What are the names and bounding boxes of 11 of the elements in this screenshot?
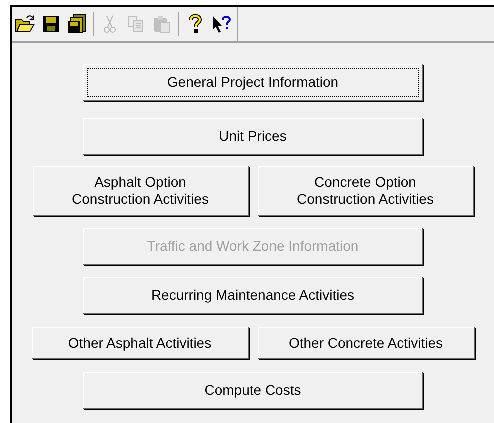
action-button[interactable]: Asphalt Option Construction Activities <box>32 166 248 216</box>
action-button[interactable]: Other Asphalt Activities <box>32 327 248 359</box>
action-button[interactable]: Recurring Maintenance Activities <box>83 277 423 314</box>
action-button[interactable]: Compute Costs <box>83 372 423 409</box>
pointer-question-icon[interactable] <box>211 14 231 34</box>
action-button[interactable]: General Project Information <box>83 64 423 101</box>
action-button[interactable]: Unit Prices <box>83 118 423 155</box>
stacked-disks-icon[interactable] <box>67 14 87 34</box>
action-button[interactable]: Other Concrete Activities <box>258 327 474 359</box>
open-folder-icon[interactable] <box>15 14 35 34</box>
action-button[interactable]: Concrete Option Construction Activities <box>258 166 474 216</box>
